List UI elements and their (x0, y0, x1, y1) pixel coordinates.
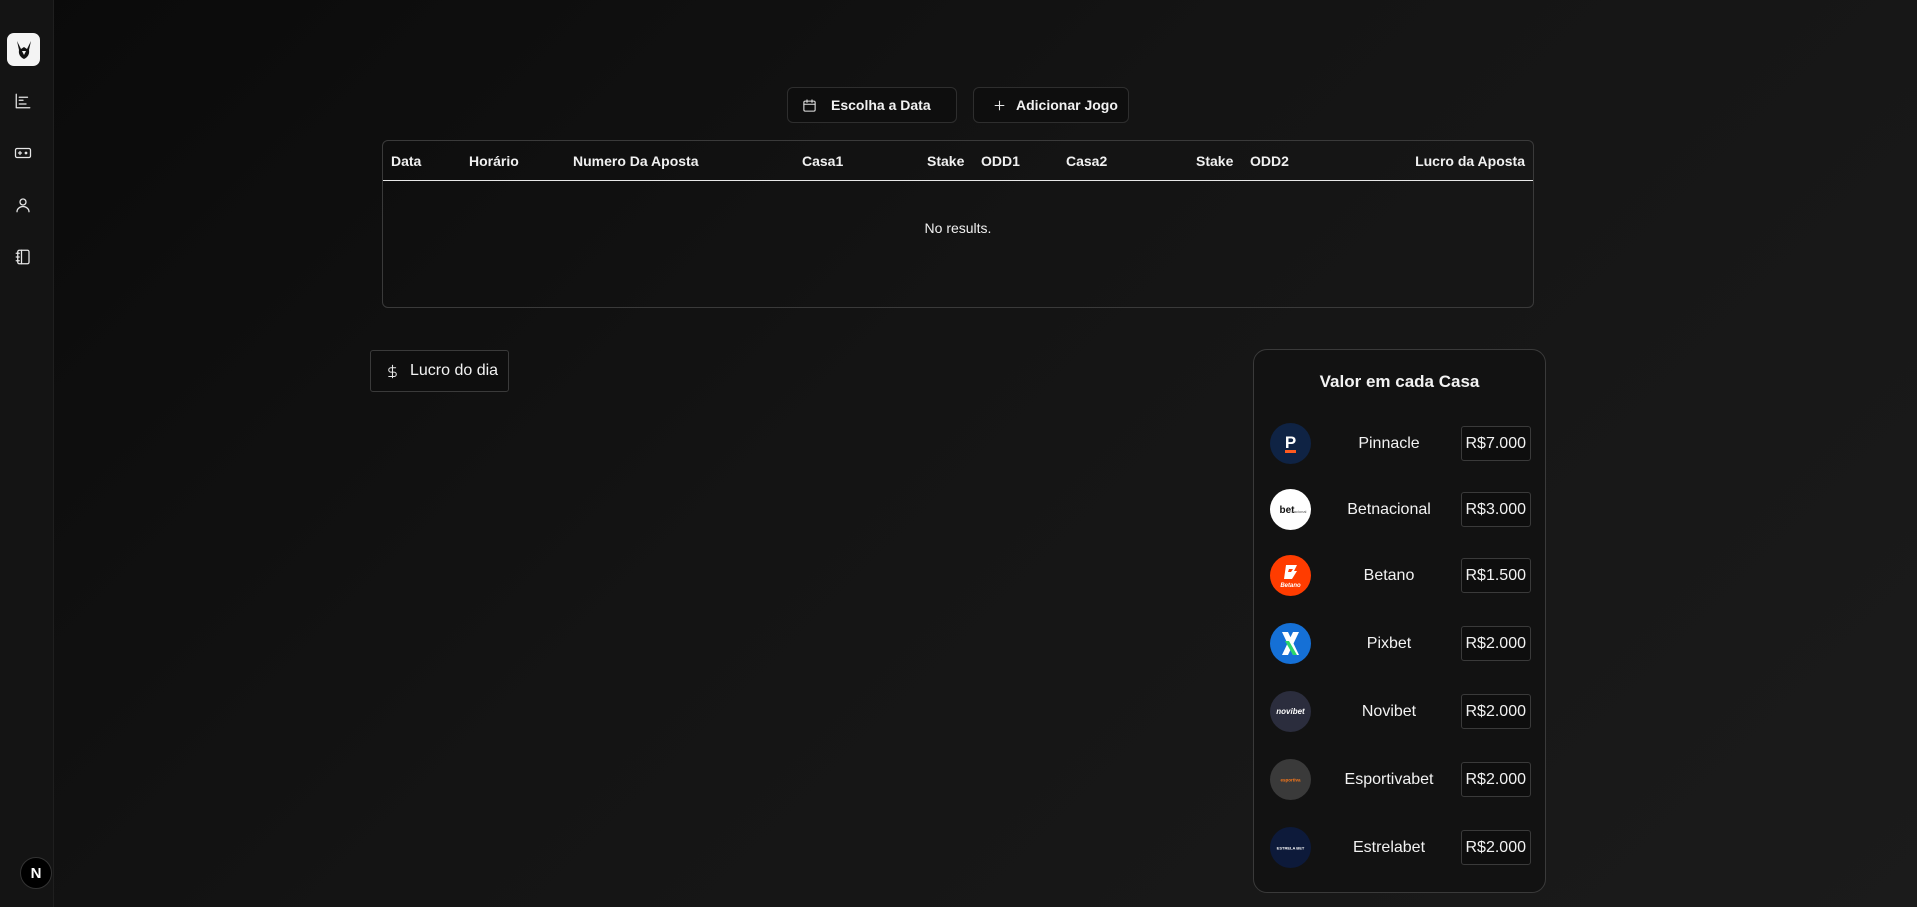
casa-name: Novibet (1361, 703, 1417, 720)
user-icon[interactable] (11, 193, 35, 217)
ticket-icon[interactable] (11, 141, 35, 165)
plus-icon (994, 100, 1005, 110)
esportivabet-logo-icon: esportiva (1270, 759, 1311, 800)
col-header-data[interactable]: Data (391, 153, 421, 169)
col-header-horario[interactable]: Horário (469, 153, 519, 169)
choose-date-button[interactable]: Escolha a Data (787, 87, 957, 123)
betano-logo-icon: Betano (1270, 555, 1311, 596)
casa-value-field[interactable]: R$2.000 (1460, 762, 1531, 797)
casa-row-betnacional: bet nacional Betnacional R$3.000 (1254, 489, 1547, 533)
casa-name: Estrelabet (1352, 839, 1426, 856)
casa-value-field[interactable]: R$3.000 (1460, 492, 1531, 527)
svg-text:P: P (1285, 433, 1296, 452)
svg-text:esportiva: esportiva (1280, 778, 1301, 783)
casa-row-estrelabet: ESTRELA BET Estrelabet R$2.000 (1254, 827, 1547, 871)
casas-panel: Valor em cada Casa P Pinnacle R$7.000 be… (1253, 349, 1546, 893)
casa-row-pixbet: Pixbet R$2.000 (1254, 623, 1547, 667)
chart-icon[interactable] (11, 89, 35, 113)
casa-row-esportivabet: esportiva Esportivabet R$2.000 (1254, 759, 1547, 803)
casa-value-field[interactable]: R$1.500 (1460, 558, 1531, 593)
novibet-logo-icon: novibet (1270, 691, 1311, 732)
empty-state-text: No results. (924, 220, 992, 236)
col-header-stake1[interactable]: Stake (927, 153, 964, 169)
svg-text:ESTRELA BET: ESTRELA BET (1277, 846, 1305, 851)
col-header-odd1[interactable]: ODD1 (981, 153, 1020, 169)
svg-text:nacional: nacional (1292, 509, 1307, 514)
col-header-casa1[interactable]: Casa1 (802, 153, 843, 169)
panel-title: Valor em cada Casa (1319, 372, 1480, 391)
casa-name: Betnacional (1347, 501, 1431, 518)
dollar-icon (388, 364, 397, 378)
casa-name: Pixbet (1366, 635, 1412, 652)
pinnacle-logo-icon: P (1270, 423, 1311, 464)
rabbit-logo-icon[interactable] (7, 33, 40, 66)
col-header-casa2[interactable]: Casa2 (1066, 153, 1107, 169)
casa-row-betano: Betano Betano R$1.500 (1254, 555, 1547, 599)
notebook-icon[interactable] (11, 245, 35, 269)
col-header-numero-aposta[interactable]: Numero Da Aposta (573, 153, 699, 169)
casa-name: Esportivabet (1344, 771, 1434, 788)
lucro-do-dia-button[interactable]: Lucro do dia (370, 350, 509, 392)
add-game-button[interactable]: Adicionar Jogo (973, 87, 1129, 123)
app-root: N Escolha a Data Adicionar Jogo Data Hor… (0, 0, 1917, 907)
col-header-stake2[interactable]: Stake (1196, 153, 1233, 169)
lucro-do-dia-label: Lucro do dia (410, 362, 499, 379)
n-badge-icon[interactable]: N (20, 857, 52, 889)
sidebar: N (0, 0, 54, 907)
betnacional-logo-icon: bet nacional (1270, 489, 1311, 530)
casa-value-field[interactable]: R$2.000 (1460, 694, 1531, 729)
casa-value-field[interactable]: R$2.000 (1460, 626, 1531, 661)
col-header-lucro-aposta[interactable]: Lucro da Aposta (1415, 153, 1525, 169)
casa-name: Betano (1363, 567, 1415, 584)
casa-value-field[interactable]: R$2.000 (1460, 830, 1531, 865)
bets-table: Data Horário Numero Da Aposta Casa1 Stak… (382, 140, 1534, 308)
casa-name: Pinnacle (1358, 435, 1420, 452)
casa-value-field[interactable]: R$7.000 (1460, 426, 1531, 461)
svg-text:novibet: novibet (1276, 707, 1305, 716)
casa-row-pinnacle: P Pinnacle R$7.000 (1254, 423, 1547, 467)
casa-row-novibet: novibet Novibet R$2.000 (1254, 691, 1547, 735)
table-header: Data Horário Numero Da Aposta Casa1 Stak… (383, 141, 1533, 181)
estrelabet-logo-icon: ESTRELA BET (1270, 827, 1311, 868)
choose-date-label: Escolha a Data (831, 97, 931, 113)
svg-text:Betano: Betano (1280, 583, 1301, 589)
calendar-icon (803, 98, 816, 112)
col-header-odd2[interactable]: ODD2 (1250, 153, 1289, 169)
add-game-label: Adicionar Jogo (1016, 97, 1118, 113)
pixbet-logo-icon (1270, 623, 1311, 664)
